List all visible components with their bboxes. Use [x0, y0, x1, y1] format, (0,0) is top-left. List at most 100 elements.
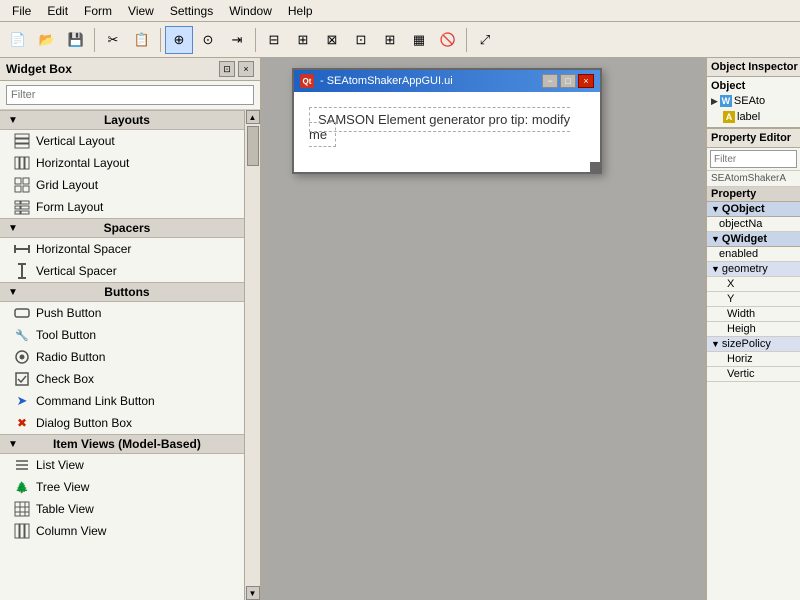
- new-button[interactable]: 📄: [4, 26, 32, 54]
- list-view-icon: [14, 457, 30, 473]
- table-view-icon: [14, 501, 30, 517]
- toolbar: 📄 📂 💾 ✂ 📋 ⊕ ⊙ ⇥ ⊟ ⊞ ⊠ ⊡ ⊞ ▦ 🚫 ⤢: [0, 22, 800, 58]
- widget-item-horizontal-spacer[interactable]: Horizontal Spacer: [0, 238, 244, 260]
- scrollbar-up-arrow[interactable]: ▲: [246, 110, 260, 124]
- select-button[interactable]: ⊕: [165, 26, 193, 54]
- form-close-btn[interactable]: ×: [578, 74, 594, 88]
- menu-form[interactable]: Form: [76, 2, 120, 20]
- buddy-button[interactable]: ⊙: [194, 26, 222, 54]
- widget-item-check-box[interactable]: Check Box: [0, 368, 244, 390]
- tree-expand-icon-1: ▶: [711, 96, 718, 107]
- buttons-label: Buttons: [18, 285, 236, 299]
- widget-item-column-view[interactable]: Column View: [0, 520, 244, 542]
- widget-item-vertical-spacer[interactable]: Vertical Spacer: [0, 260, 244, 282]
- section-collapse-layouts[interactable]: ▼: [8, 115, 18, 126]
- widget-item-command-link-button[interactable]: ➤ Command Link Button: [0, 390, 244, 412]
- horizontal-layout-label: Horizontal Layout: [36, 156, 129, 170]
- form-body[interactable]: SAMSON Element generator pro tip: modify…: [294, 92, 600, 172]
- widget-item-grid-layout[interactable]: Grid Layout: [0, 174, 244, 196]
- qobject-expand-icon[interactable]: ▼: [711, 204, 720, 214]
- property-filter-input[interactable]: [710, 150, 797, 168]
- prop-height-row: Heigh: [707, 322, 800, 337]
- prop-y-key: Y: [707, 292, 800, 306]
- prop-objectname-row: objectNa: [707, 217, 800, 232]
- open-button[interactable]: 📂: [33, 26, 61, 54]
- radio-button-label: Radio Button: [36, 350, 105, 364]
- tab-button[interactable]: ⇥: [223, 26, 251, 54]
- adjust-size-button[interactable]: ⤢: [471, 26, 499, 54]
- geometry-expand-icon[interactable]: ▼: [711, 264, 720, 274]
- widget-item-list-view[interactable]: List View: [0, 454, 244, 476]
- horizontal-spacer-label: Horizontal Spacer: [36, 242, 131, 256]
- widget-item-tool-button[interactable]: 🔧 Tool Button: [0, 324, 244, 346]
- section-collapse-spacers[interactable]: ▼: [8, 223, 18, 234]
- object-name-1: SEAto: [734, 95, 765, 107]
- widget-item-radio-button[interactable]: Radio Button: [0, 346, 244, 368]
- object-type-icon-1: W: [720, 95, 732, 107]
- widget-list-scrollbar[interactable]: ▲ ▼: [244, 110, 260, 600]
- widget-item-push-button[interactable]: Push Button: [0, 302, 244, 324]
- widget-box-close-btn[interactable]: ×: [238, 61, 254, 77]
- widget-item-tree-view[interactable]: 🌲 Tree View: [0, 476, 244, 498]
- form-window-title: - SEAtomShakerAppGUI.ui: [320, 75, 453, 87]
- widget-item-horizontal-layout[interactable]: Horizontal Layout: [0, 152, 244, 174]
- scrollbar-track[interactable]: [245, 124, 260, 586]
- scrollbar-down-arrow[interactable]: ▼: [246, 586, 260, 600]
- form-title-left: Qt - SEAtomShakerAppGUI.ui: [300, 74, 453, 88]
- widget-list: ▼ Layouts Vertical Layout Horizontal Lay…: [0, 110, 244, 600]
- column-view-label: Column View: [36, 524, 106, 538]
- layout-split-h-button[interactable]: ⊠: [318, 26, 346, 54]
- form-layout-label: Form Layout: [36, 200, 103, 214]
- menu-view[interactable]: View: [120, 2, 162, 20]
- prop-enabled-key: enabled: [707, 247, 800, 261]
- section-header-layouts[interactable]: ▼ Layouts: [0, 110, 244, 130]
- layout-grid-button[interactable]: ⊞: [376, 26, 404, 54]
- filter-input[interactable]: [6, 85, 254, 105]
- layout-h-button[interactable]: ⊟: [260, 26, 288, 54]
- menu-window[interactable]: Window: [221, 2, 280, 20]
- section-header-item-views[interactable]: ▼ Item Views (Model-Based): [0, 434, 244, 454]
- object-type-icon-2: A: [723, 111, 735, 123]
- item-views-label: Item Views (Model-Based): [18, 437, 236, 451]
- widget-box-float-btn[interactable]: ⊡: [219, 61, 235, 77]
- copy-button[interactable]: 📋: [128, 26, 156, 54]
- prop-horiz-key: Horiz: [707, 352, 800, 366]
- section-header-buttons[interactable]: ▼ Buttons: [0, 282, 244, 302]
- widget-box-header: Widget Box ⊡ ×: [0, 58, 260, 81]
- menu-settings[interactable]: Settings: [162, 2, 221, 20]
- sizepolicy-expand-icon[interactable]: ▼: [711, 339, 720, 349]
- form-maximize-btn[interactable]: □: [560, 74, 576, 88]
- widget-item-table-view[interactable]: Table View: [0, 498, 244, 520]
- menu-help[interactable]: Help: [280, 2, 321, 20]
- break-layout-button[interactable]: 🚫: [434, 26, 462, 54]
- menu-file[interactable]: File: [4, 2, 39, 20]
- section-collapse-item-views[interactable]: ▼: [8, 439, 18, 450]
- scrollbar-thumb[interactable]: [247, 126, 259, 166]
- section-collapse-buttons[interactable]: ▼: [8, 287, 18, 298]
- design-area[interactable]: Qt - SEAtomShakerAppGUI.ui − □ × SAMSON …: [262, 58, 705, 600]
- widget-item-vertical-layout[interactable]: Vertical Layout: [0, 130, 244, 152]
- prop-vertic-row: Vertic: [707, 367, 800, 382]
- layout-form-button[interactable]: ▦: [405, 26, 433, 54]
- cut-button[interactable]: ✂: [99, 26, 127, 54]
- object-tree-item-1[interactable]: ▶ W SEAto: [707, 93, 800, 109]
- qwidget-expand-icon[interactable]: ▼: [711, 234, 720, 244]
- table-view-label: Table View: [36, 502, 94, 516]
- object-tree-item-2[interactable]: A label: [707, 109, 800, 125]
- object-label: Object: [707, 79, 800, 93]
- property-class-label: SEAtomShakerA: [707, 171, 800, 187]
- section-header-spacers[interactable]: ▼ Spacers: [0, 218, 244, 238]
- prop-x-row: X: [707, 277, 800, 292]
- widget-item-dialog-button-box[interactable]: ✖ Dialog Button Box: [0, 412, 244, 434]
- menu-edit[interactable]: Edit: [39, 2, 76, 20]
- save-button[interactable]: 💾: [62, 26, 90, 54]
- layout-v-button[interactable]: ⊞: [289, 26, 317, 54]
- prop-group-qwidget: ▼ QWidget: [707, 232, 800, 247]
- list-view-label: List View: [36, 458, 84, 472]
- layout-split-v-button[interactable]: ⊡: [347, 26, 375, 54]
- main-layout: Widget Box ⊡ × ▼ Layouts: [0, 58, 800, 600]
- tree-view-icon: 🌲: [14, 479, 30, 495]
- form-minimize-btn[interactable]: −: [542, 74, 558, 88]
- push-button-label: Push Button: [36, 306, 101, 320]
- widget-item-form-layout[interactable]: Form Layout: [0, 196, 244, 218]
